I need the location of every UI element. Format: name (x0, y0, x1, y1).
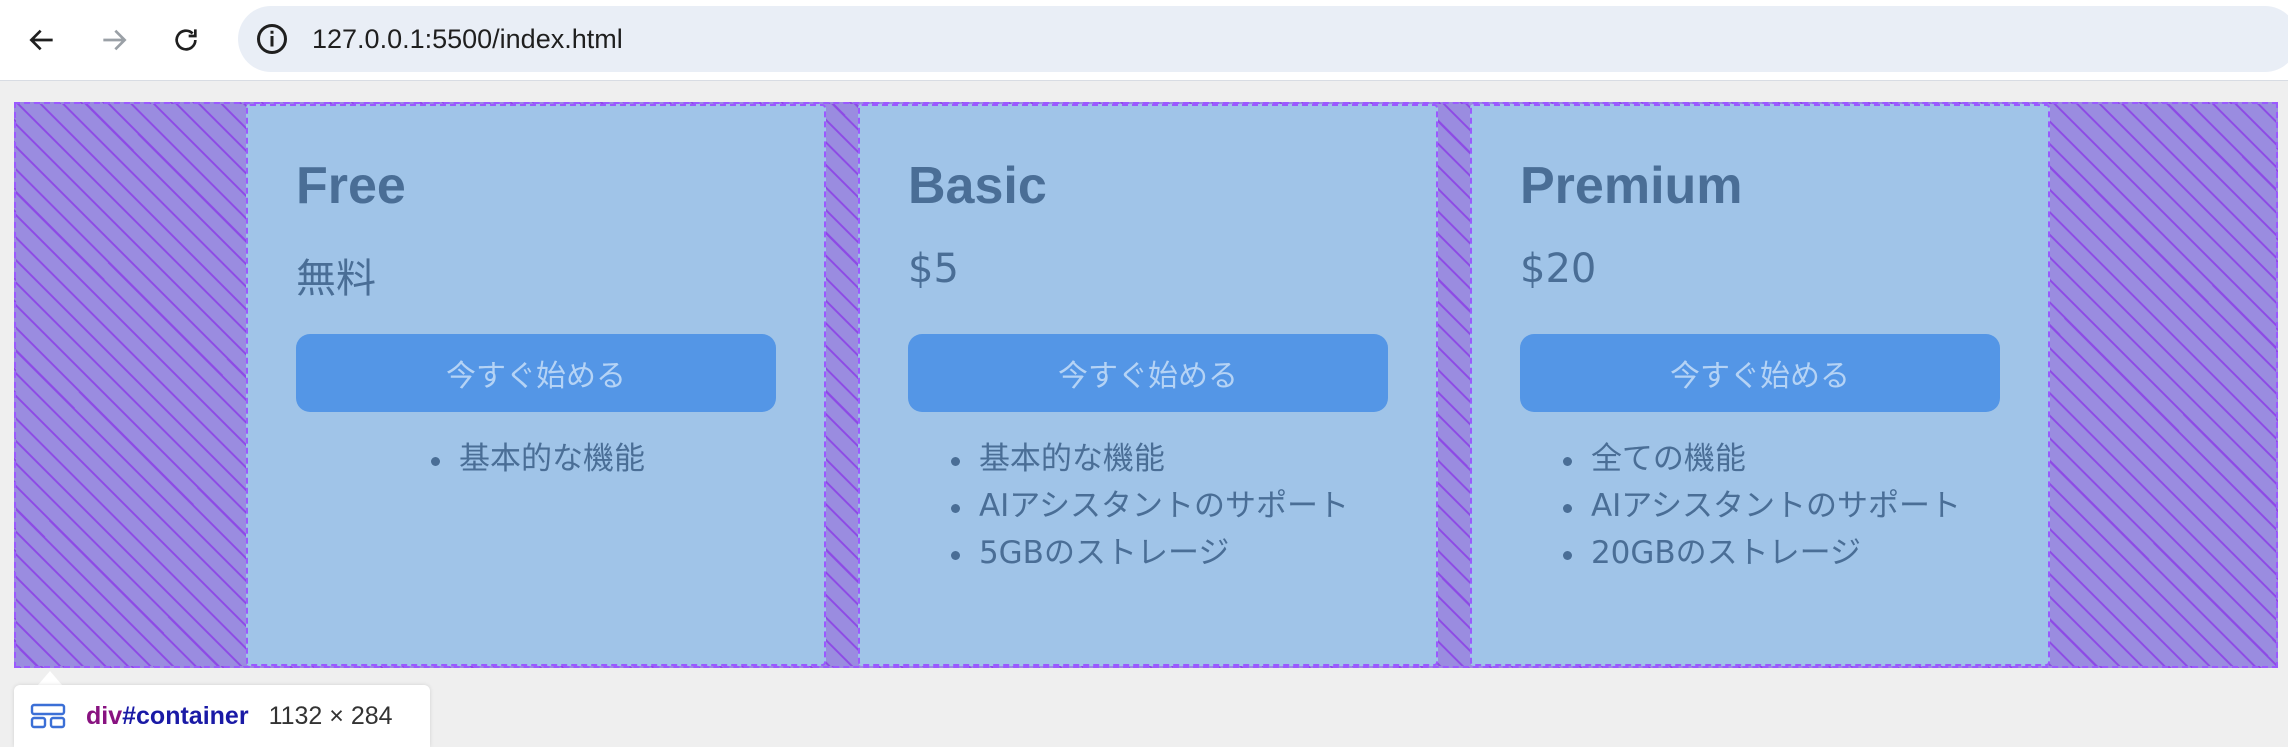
plan-card-free: Free 無料 今すぐ始める 基本的な機能 (246, 104, 826, 666)
plan-title: Free (296, 157, 406, 215)
inspect-tooltip-arrow (38, 671, 62, 685)
reload-icon (175, 29, 197, 51)
start-now-button[interactable]: 今すぐ始める (908, 334, 1388, 412)
feature-item: AIアシスタントのサポート (947, 483, 1349, 530)
forward-button[interactable] (88, 14, 140, 66)
plan-price: $5 (908, 246, 959, 292)
url-text[interactable]: 127.0.0.1:5500/index.html (312, 6, 623, 72)
element-id: #container (122, 701, 249, 730)
browser-toolbar: 127.0.0.1:5500/index.html (0, 0, 2288, 81)
start-now-button[interactable]: 今すぐ始める (1520, 334, 2000, 412)
plan-card-basic: Basic $5 今すぐ始める 基本的な機能 AIアシスタントのサポート 5GB… (858, 104, 1438, 666)
feature-list: 基本的な機能 (296, 436, 776, 483)
feature-list: 基本的な機能 AIアシスタントのサポート 5GBのストレージ (908, 436, 1388, 577)
feature-item: 5GBのストレージ (947, 530, 1349, 577)
reload-button[interactable] (160, 14, 212, 66)
feature-item: 20GBのストレージ (1559, 530, 1961, 577)
plan-price: $20 (1520, 246, 1597, 292)
feature-list: 全ての機能 AIアシスタントのサポート 20GBのストレージ (1520, 436, 2000, 577)
element-dimensions: 1132 × 284 (268, 701, 393, 730)
page-viewport: Free 無料 今すぐ始める 基本的な機能 Basic $5 今すぐ始める 基本… (0, 81, 2288, 740)
element-tag: div (86, 701, 123, 730)
plan-title: Basic (908, 157, 1047, 215)
feature-item: 基本的な機能 (947, 436, 1349, 483)
back-button[interactable] (16, 14, 68, 66)
feature-item: 全ての機能 (1559, 436, 1961, 483)
pricing-container: Free 無料 今すぐ始める 基本的な機能 Basic $5 今すぐ始める 基本… (14, 102, 2278, 668)
info-icon[interactable] (254, 21, 290, 57)
start-now-button[interactable]: 今すぐ始める (296, 334, 776, 412)
arrow-left-icon (29, 29, 53, 51)
arrow-right-icon (103, 29, 127, 51)
address-bar[interactable]: 127.0.0.1:5500/index.html (238, 6, 2288, 72)
plan-title: Premium (1520, 157, 1743, 215)
plan-card-premium: Premium $20 今すぐ始める 全ての機能 AIアシスタントのサポート 2… (1470, 104, 2050, 666)
plan-price: 無料 (296, 256, 376, 302)
feature-item: AIアシスタントのサポート (1559, 483, 1961, 530)
feature-item: 基本的な機能 (427, 436, 645, 483)
inspect-tooltip: div #container 1132 × 284 (14, 685, 430, 747)
grid-layout-icon (30, 703, 66, 729)
